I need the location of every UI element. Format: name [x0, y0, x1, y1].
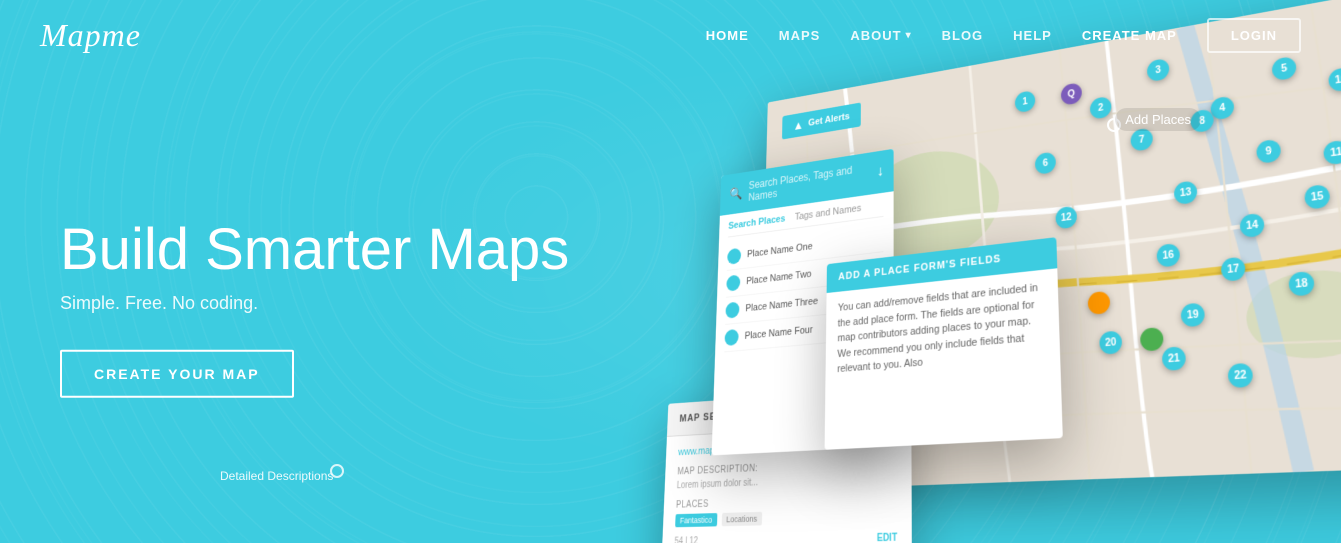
edit-button[interactable]: EDIT: [877, 533, 897, 543]
place-name-3: Place Name Three: [745, 296, 818, 314]
nav-maps[interactable]: MAPS: [779, 28, 821, 43]
places-tag2: Locations: [721, 512, 762, 526]
places-tag: Fantastico: [675, 513, 717, 527]
sidebar-tab-tags[interactable]: Tags and Names: [795, 203, 862, 223]
search-icon: 🔍: [729, 185, 742, 201]
detailed-descriptions-label: Detailed Descriptions: [220, 469, 333, 483]
sidebar-tab-places[interactable]: Search Places: [728, 213, 785, 231]
place-name-4: Place Name Four: [745, 324, 813, 341]
form-card: ADD A PLACE FORM'S FIELDS You can add/re…: [825, 237, 1063, 450]
place-dot-4: [724, 329, 738, 346]
hero-title: Build Smarter Maps: [60, 217, 569, 281]
settings-places-label: PLACES: [676, 493, 897, 510]
nav-help[interactable]: HELP: [1013, 28, 1052, 43]
hero-content: Build Smarter Maps Simple. Free. No codi…: [60, 217, 569, 398]
map-mockup: 1 2 3 4 5 6 7 8 9 10 11 12 13 14 15 16 1…: [660, 0, 1341, 543]
settings-description-field: MAP DESCRIPTION: Lorem ipsum dolor sit..…: [677, 457, 898, 491]
nav-links: HOME MAPS ABOUT BLOG HELP CREATE MAP LOG…: [706, 18, 1301, 53]
place-dot: [727, 248, 741, 265]
hero-subtitle: Simple. Free. No coding.: [60, 293, 569, 314]
navigation: Mapme HOME MAPS ABOUT BLOG HELP CREATE M…: [0, 0, 1341, 70]
settings-places-field: PLACES Fantastico Locations: [675, 493, 897, 527]
place-name-1: Place Name One: [747, 241, 813, 260]
add-places-label: Add Places: [1115, 108, 1201, 131]
logo[interactable]: Mapme: [40, 17, 141, 54]
place-dot-2: [726, 274, 740, 291]
nav-about[interactable]: ABOUT: [850, 28, 911, 43]
place-name-2: Place Name Two: [746, 269, 811, 287]
hero-section: Mapme HOME MAPS ABOUT BLOG HELP CREATE M…: [0, 0, 1341, 543]
place-dot-3: [725, 302, 739, 319]
cta-button[interactable]: CREATE YOUR MAP: [60, 350, 294, 398]
nav-home[interactable]: HOME: [706, 28, 749, 43]
nav-blog[interactable]: BLOG: [942, 28, 984, 43]
nav-create-map[interactable]: CREATE MAP: [1082, 28, 1177, 43]
download-icon: ↓: [877, 164, 884, 181]
login-button[interactable]: LOGIN: [1207, 18, 1301, 53]
settings-numbers: 54 | 12: [674, 536, 698, 543]
